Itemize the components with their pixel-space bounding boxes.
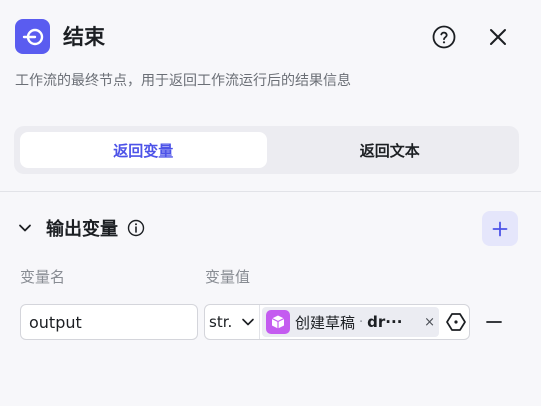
chevron-down-icon — [241, 315, 255, 329]
remove-variable-button[interactable] — [482, 310, 506, 334]
end-node-panel: 结束 工作流的最终节点，用于返回工作流运行后的结果信息 返回变量 返回文本 输出 — [0, 0, 541, 406]
tab-return-text[interactable]: 返回文本 — [267, 132, 514, 168]
exit-node-icon — [15, 19, 50, 54]
output-section-header[interactable]: 输出变量 — [16, 214, 146, 242]
variable-value-field: str. 创建草稿 · dr··· × — [204, 304, 470, 340]
column-label-name: 变量名 — [20, 268, 66, 286]
return-mode-tabs: 返回变量 返回文本 — [14, 126, 519, 174]
reference-separator: · — [359, 314, 364, 330]
reference-node-name: 创建草稿 — [295, 313, 356, 332]
chevron-down-icon[interactable] — [16, 219, 34, 237]
info-icon[interactable] — [126, 218, 146, 238]
panel-header: 结束 — [0, 0, 541, 70]
section-title: 输出变量 — [46, 219, 118, 240]
node-title: 结束 — [63, 25, 105, 49]
plus-icon — [492, 221, 508, 236]
value-type-label: str. — [209, 313, 233, 331]
remove-reference-icon[interactable]: × — [424, 315, 435, 330]
node-description: 工作流的最终节点，用于返回工作流运行后的结果信息 — [15, 73, 351, 89]
value-type-select[interactable]: str. — [205, 305, 260, 339]
add-variable-button[interactable] — [482, 211, 518, 246]
help-circle-icon[interactable] — [431, 24, 456, 49]
variable-reference-tag[interactable]: 创建草稿 · dr··· × — [262, 307, 439, 337]
cube-icon — [266, 310, 290, 334]
close-icon[interactable] — [485, 24, 510, 49]
reference-variable-name: dr··· — [367, 313, 403, 331]
variable-picker-icon[interactable] — [443, 305, 469, 339]
column-label-value: 变量值 — [205, 268, 251, 286]
tab-return-variables[interactable]: 返回变量 — [20, 132, 267, 168]
minus-icon — [486, 321, 502, 323]
variable-name-input[interactable] — [20, 304, 198, 340]
section-divider — [0, 191, 541, 192]
